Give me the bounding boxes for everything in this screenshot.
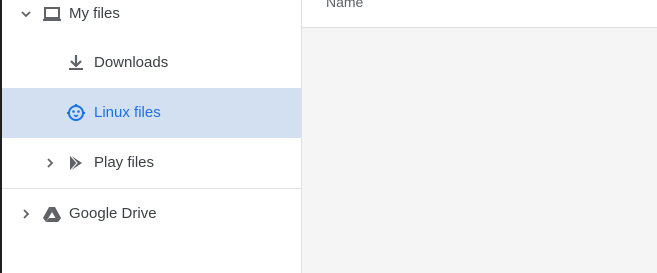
sidebar-item-label: Linux files <box>94 104 161 121</box>
sidebar-item-linux-files[interactable]: Linux files <box>2 88 302 138</box>
chevron-right-icon[interactable] <box>44 157 56 169</box>
sidebar-item-google-drive[interactable]: Google Drive <box>2 189 302 239</box>
play-store-icon <box>66 153 86 173</box>
drive-icon <box>42 204 62 224</box>
laptop-icon <box>42 4 62 24</box>
file-list-pane: Name <box>302 0 657 273</box>
sidebar-item-downloads[interactable]: Downloads <box>2 38 302 88</box>
files-app-window: My files Downloads Linux files Play file… <box>0 0 657 273</box>
chevron-down-icon[interactable] <box>20 8 32 20</box>
sidebar-item-label: Play files <box>94 154 155 171</box>
chevron-right-icon[interactable] <box>20 208 32 220</box>
column-header-name[interactable]: Name <box>326 0 363 10</box>
sidebar-item-label: Google Drive <box>69 205 157 222</box>
navigation-sidebar: My files Downloads Linux files Play file… <box>2 0 302 273</box>
sidebar-item-play-files[interactable]: Play files <box>2 138 302 188</box>
sidebar-item-label: My files <box>69 5 120 22</box>
download-icon <box>66 53 86 73</box>
sidebar-item-my-files[interactable]: My files <box>2 0 302 39</box>
sidebar-item-label: Downloads <box>94 54 169 71</box>
file-list-header: Name <box>302 0 657 28</box>
penguin-icon <box>66 103 86 123</box>
